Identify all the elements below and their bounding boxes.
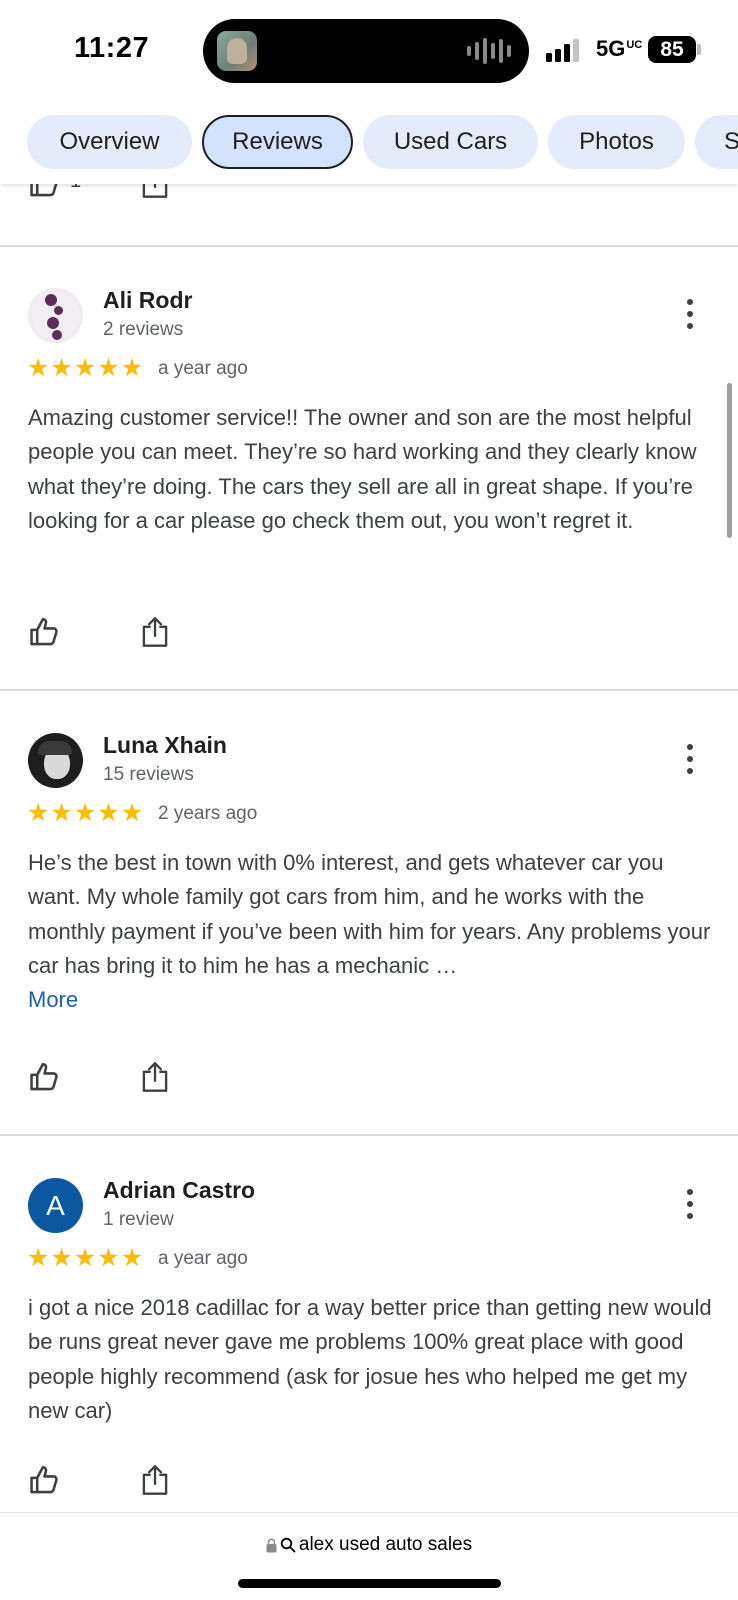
more-vert-icon[interactable] xyxy=(680,742,700,776)
lock-icon xyxy=(266,1538,277,1552)
network-label: 5G xyxy=(596,36,626,61)
review-text: He’s the best in town with 0% interest, … xyxy=(28,850,711,978)
reviewer-review-count: 2 reviews xyxy=(103,319,184,340)
review-text-truncated: He’s the best in town with 0% interest, … xyxy=(28,846,718,1017)
more-vert-icon[interactable] xyxy=(680,297,700,331)
review-text: i got a nice 2018 cadillac for a way bet… xyxy=(28,1295,712,1423)
review-card: Luna Xhain 15 reviews ★ ★ ★ ★ ★ 2 years ago … xyxy=(0,691,738,1119)
review-date: a year ago xyxy=(158,358,248,379)
share-icon[interactable] xyxy=(140,184,170,200)
network-type: 5GUC xyxy=(596,36,642,62)
like-count: 1 xyxy=(70,184,81,193)
dynamic-island[interactable] xyxy=(203,19,529,83)
thumbs-up-icon[interactable] xyxy=(28,1060,62,1094)
review-text: Amazing customer service!! The owner and… xyxy=(28,405,697,533)
more-link[interactable]: More xyxy=(28,987,78,1012)
tab-used-cars[interactable]: Used Cars xyxy=(363,115,538,169)
battery-icon-tip xyxy=(697,44,701,55)
reviews-list[interactable]: 1 Ali Rodr 2 reviews ★★★★★ a year ago Am… xyxy=(0,184,738,1512)
review-card: Ali Rodr 2 reviews ★ ★ ★ ★ ★ a year ago Amaz… xyxy=(0,246,738,674)
tab-more[interactable]: S xyxy=(695,115,738,169)
search-icon xyxy=(280,1537,296,1553)
thumbs-up-icon[interactable] xyxy=(28,184,62,200)
reviewer-avatar[interactable]: A xyxy=(28,1178,83,1233)
reviewer-avatar[interactable] xyxy=(28,288,83,343)
star-rating: ★ ★ ★ ★ ★ xyxy=(27,1244,144,1272)
previous-review-actions: 1 xyxy=(0,184,738,206)
reviewer-review-count: 15 reviews xyxy=(103,764,194,785)
tab-reviews[interactable]: Reviews xyxy=(202,115,353,169)
tab-more-label: S xyxy=(724,128,738,155)
reviewer-name[interactable]: Ali Rodr xyxy=(103,287,192,314)
battery-level: 85 xyxy=(648,36,696,63)
url-text[interactable]: alex used auto sales xyxy=(299,1534,472,1556)
tab-overview[interactable]: Overview xyxy=(27,115,192,169)
share-icon[interactable] xyxy=(140,1463,170,1497)
cellular-signal-icon xyxy=(546,38,579,62)
url-row[interactable]: alex used auto sales xyxy=(0,1534,738,1556)
star-rating: ★ ★ ★ ★ ★ xyxy=(27,799,144,827)
thumbs-up-icon[interactable] xyxy=(28,615,62,649)
now-playing-artwork xyxy=(217,31,257,71)
star-rating: ★ ★ ★ ★ ★ xyxy=(27,354,144,382)
browser-url-bar[interactable]: alex used auto sales xyxy=(0,1512,738,1600)
home-indicator[interactable] xyxy=(238,1579,501,1588)
review-card: A Adrian Castro 1 review ★ ★ ★ ★ ★ a year ag… xyxy=(0,1136,738,1512)
review-date: a year ago xyxy=(158,1248,248,1269)
share-icon[interactable] xyxy=(140,1060,170,1094)
reviewer-avatar[interactable] xyxy=(28,733,83,788)
share-icon[interactable] xyxy=(140,615,170,649)
more-vert-icon[interactable] xyxy=(680,1187,700,1221)
review-date: 2 years ago xyxy=(158,803,258,824)
place-tabs: Overview Reviews Used Cars Photos S xyxy=(0,100,738,184)
scrollbar[interactable] xyxy=(727,383,732,538)
status-bar: 11:27 5GUC 85 xyxy=(0,0,738,100)
audio-waveform-icon xyxy=(467,37,511,65)
reviewer-review-count: 1 review xyxy=(103,1209,174,1230)
network-suffix: UC xyxy=(626,38,643,51)
clock: 11:27 xyxy=(74,32,150,64)
thumbs-up-icon[interactable] xyxy=(28,1463,62,1497)
reviewer-name[interactable]: Luna Xhain xyxy=(103,732,227,759)
tab-photos[interactable]: Photos xyxy=(548,115,685,169)
reviewer-name[interactable]: Adrian Castro xyxy=(103,1177,255,1204)
